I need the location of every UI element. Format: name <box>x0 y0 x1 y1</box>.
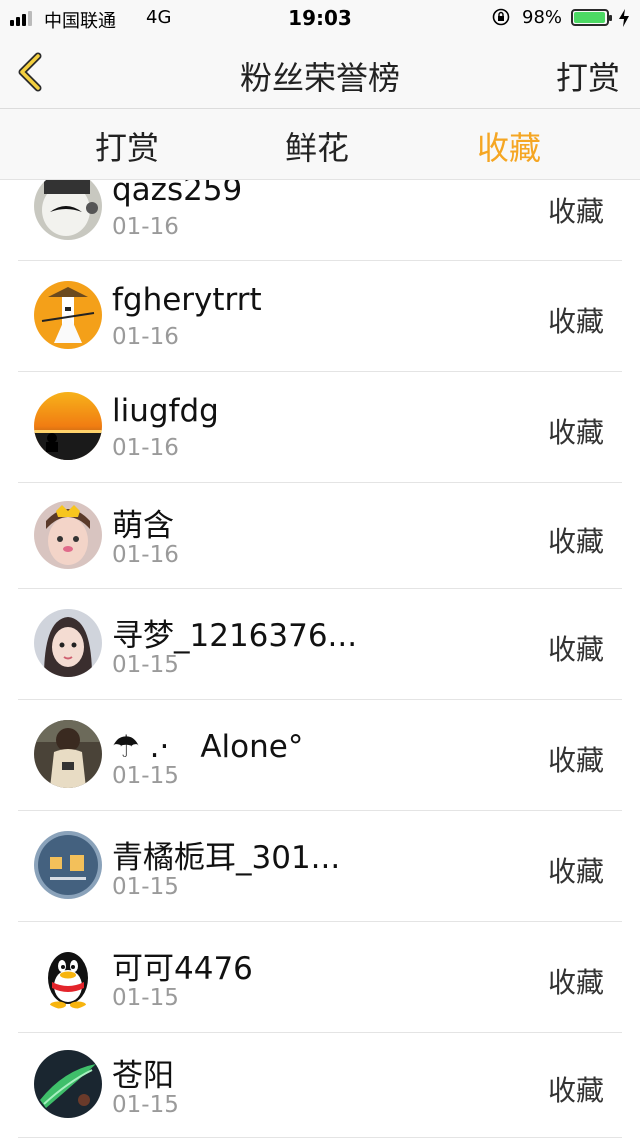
fan-action: 收藏 <box>547 966 604 999</box>
list-item[interactable]: ☂ .· Alone° 01-15 收藏 <box>18 699 622 811</box>
fan-name: 可可4476 <box>112 951 253 987</box>
fan-list[interactable]: qazs259 01-16 收藏 fgherytrrt 01-16 收藏 liu… <box>0 180 640 1139</box>
reward-button[interactable]: 打赏 <box>556 53 620 99</box>
page-title: 粉丝荣誉榜 <box>239 59 400 97</box>
list-item[interactable]: 萌含 01-16 收藏 <box>18 482 622 589</box>
nav-bar: 粉丝荣誉榜 打赏 <box>0 36 640 109</box>
fan-date: 01-16 <box>112 324 179 350</box>
fan-date: 01-15 <box>112 1092 179 1118</box>
tab-bar: 打赏 鲜花 收藏 <box>0 109 640 180</box>
fan-action: 收藏 <box>547 633 604 666</box>
list-item[interactable]: 可可4476 01-15 收藏 <box>18 921 622 1033</box>
list-item[interactable]: 苍阳 01-15 收藏 <box>18 1032 622 1138</box>
fan-name: qazs259 <box>112 180 243 208</box>
fan-date: 01-16 <box>112 435 179 461</box>
list-item[interactable]: fgherytrrt 01-16 收藏 <box>18 260 622 372</box>
green-feather-avatar <box>34 1050 102 1118</box>
fan-date: 01-15 <box>112 985 179 1011</box>
fan-date: 01-15 <box>112 874 179 900</box>
fan-date: 01-16 <box>112 542 179 568</box>
battery-icon <box>571 9 612 26</box>
fan-action: 收藏 <box>547 744 604 777</box>
fan-name: 苍阳 <box>112 1058 174 1094</box>
fan-action: 收藏 <box>547 855 604 888</box>
fan-action: 收藏 <box>547 525 604 558</box>
fan-action: 收藏 <box>547 305 604 338</box>
status-bar: 中国联通 4G 19:03 98% <box>0 0 640 36</box>
sunset-avatar <box>34 392 102 460</box>
fan-date: 01-15 <box>112 763 179 789</box>
tab-favorites[interactable]: 收藏 <box>477 123 541 169</box>
fan-name: fgherytrrt <box>112 282 262 318</box>
cartoon-face-avatar <box>34 180 102 240</box>
list-item[interactable]: 寻梦_1216376... 01-15 收藏 <box>18 588 622 700</box>
fan-name: ☂ .· Alone° <box>112 729 304 765</box>
charging-bolt-icon <box>619 9 629 27</box>
fan-date: 01-16 <box>112 214 179 240</box>
girl-back-avatar <box>34 720 102 788</box>
girl-crown-avatar <box>34 501 102 569</box>
tab-reward[interactable]: 打赏 <box>95 123 159 169</box>
fan-date: 01-15 <box>112 652 179 678</box>
orientation-lock-icon <box>492 8 510 26</box>
list-item[interactable]: 青橘栀耳_301... 01-15 收藏 <box>18 810 622 922</box>
fan-name: 萌含 <box>112 508 174 544</box>
fan-action: 收藏 <box>547 416 604 449</box>
swordsman-avatar <box>34 281 102 349</box>
qq-penguin-avatar <box>34 942 102 1010</box>
fan-name: 青橘栀耳_301... <box>112 840 341 876</box>
fan-name: 寻梦_1216376... <box>112 618 358 654</box>
fan-action: 收藏 <box>547 1074 604 1107</box>
girl-portrait-avatar <box>34 609 102 677</box>
badge-avatar <box>34 831 102 899</box>
fan-action: 收藏 <box>547 195 604 228</box>
tab-flowers[interactable]: 鲜花 <box>285 123 349 169</box>
fan-name: liugfdg <box>112 393 219 429</box>
list-item[interactable]: qazs259 01-16 收藏 <box>18 180 622 261</box>
list-item[interactable]: liugfdg 01-16 收藏 <box>18 371 622 483</box>
battery-percent: 98% <box>522 7 563 28</box>
